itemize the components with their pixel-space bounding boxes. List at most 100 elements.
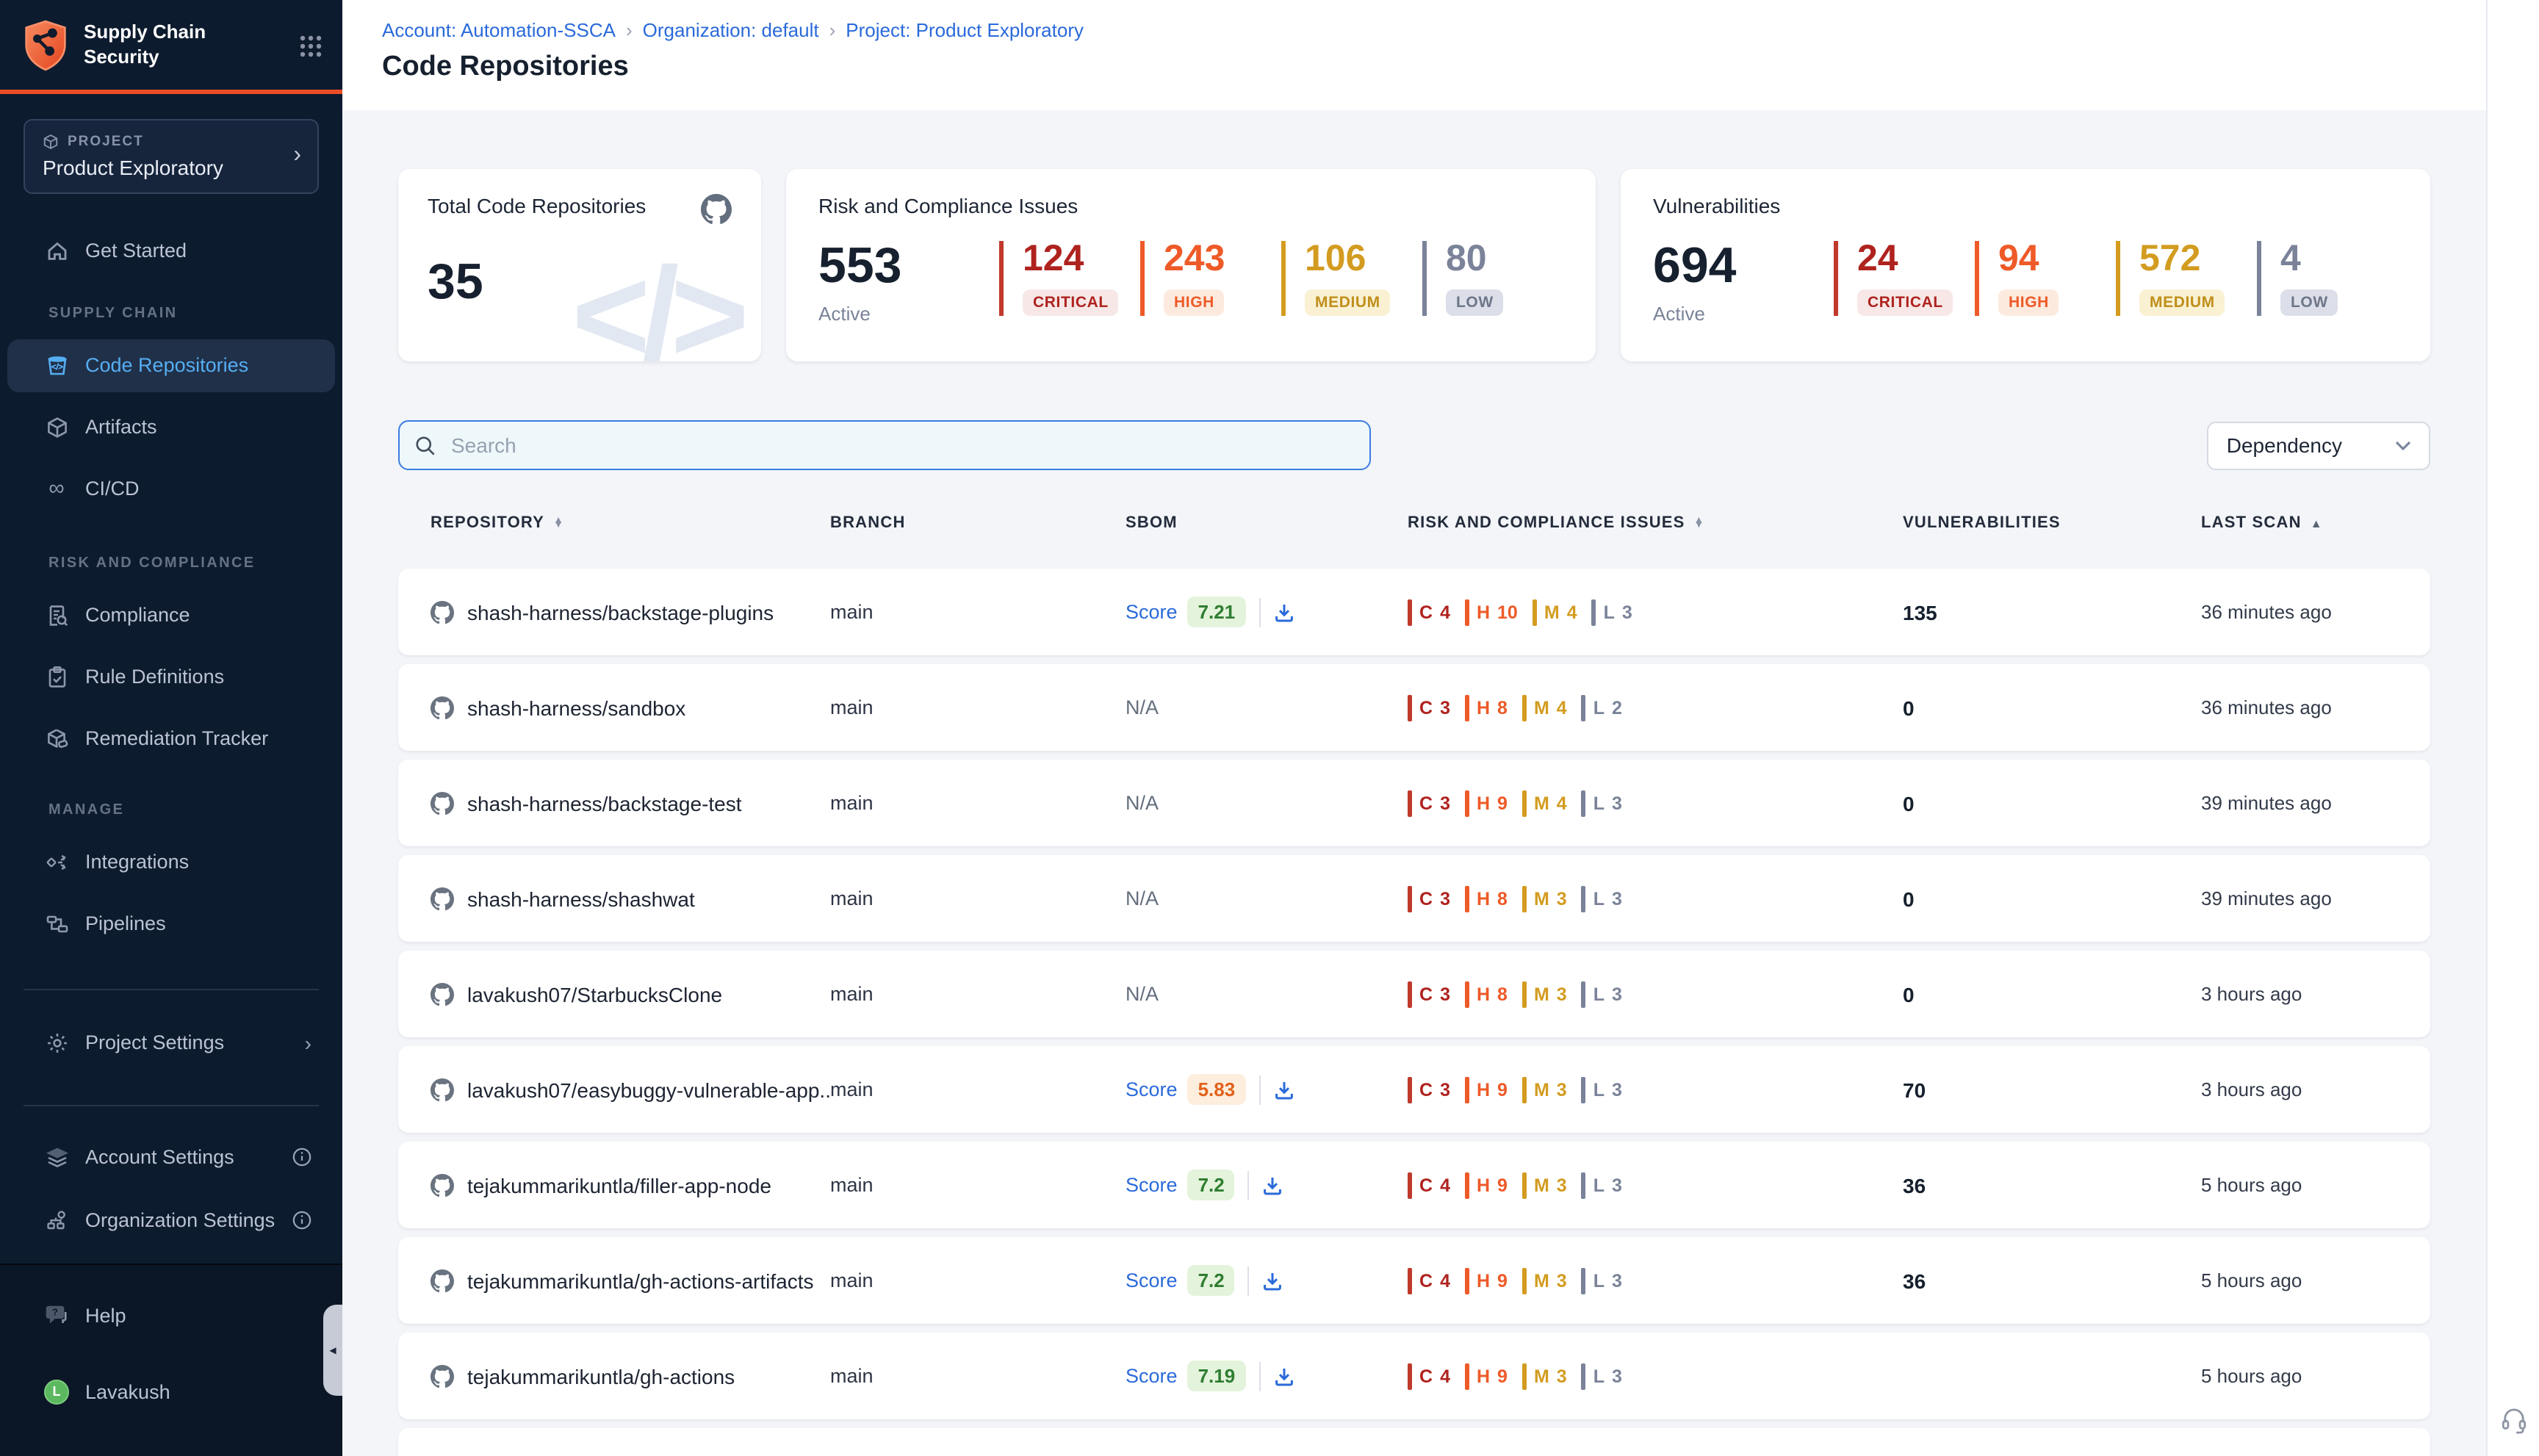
vulnerability-count-cell: 0 [1903, 791, 2201, 815]
download-sbom-button[interactable] [1273, 1079, 1294, 1100]
sidebar-item-compliance[interactable]: Compliance [7, 588, 335, 641]
repository-cell[interactable]: tejakummarikuntla/gh-actions-artifacts [431, 1269, 830, 1292]
sort-icon[interactable]: ▲▼ [553, 518, 564, 528]
table-row[interactable]: lavakush07/StarbucksClone main N/A C3 H8… [398, 951, 2430, 1037]
table-row[interactable]: tejakummarikuntla/gh-actions main Score … [398, 1333, 2430, 1419]
table-row[interactable]: shash-harness/backstage-test main N/A C3… [398, 760, 2430, 846]
project-selector[interactable]: PROJECT Product Exploratory › [24, 118, 319, 193]
severity-chip-critical: C3 [1408, 885, 1450, 912]
sidebar-item-label: Code Repositories [85, 354, 248, 376]
repository-name: shash-harness/shashwat [467, 887, 695, 910]
table-row[interactable]: shash-harness/shashwat main N/A C3 H8 M3 [398, 855, 2430, 942]
total-repositories-card: Total Code Repositories 35 </> [398, 169, 761, 361]
sidebar-item-account-settings[interactable]: Account Settings [7, 1131, 335, 1183]
repository-cell[interactable]: shash-harness/backstage-test [431, 791, 830, 815]
vulnerabilities-subtitle: Active [1653, 303, 1834, 325]
sidebar-section-manage: MANAGE [0, 800, 342, 821]
repository-cell[interactable]: tejakummarikuntla/filler-app-node [431, 1173, 830, 1197]
table-row[interactable]: lavakush07/easybuggy-vulnerable-app... m… [398, 1046, 2430, 1133]
download-sbom-button[interactable] [1273, 1366, 1294, 1386]
table-row[interactable]: tejakummarikuntla/gh-actions-artifacts m… [398, 1237, 2430, 1324]
breadcrumb-organization-link[interactable]: Organization: default [643, 19, 819, 41]
sidebar-item-project-settings[interactable]: Project Settings › [7, 1016, 335, 1069]
score-value-badge: 7.2 [1188, 1265, 1235, 1296]
vulnerability-count-cell: 70 [1903, 1078, 2201, 1101]
severity-chip-medium: M3 [1522, 1363, 1567, 1389]
download-sbom-button[interactable] [1263, 1270, 1283, 1291]
sbom-cell: Score 7.2 [1126, 1170, 1408, 1200]
vulnerabilities-value: 694 [1653, 241, 1834, 291]
repository-cell[interactable]: shash-harness/shashwat [431, 887, 830, 910]
sidebar-item-help[interactable]: ? Help [7, 1289, 335, 1341]
sidebar-item-cicd[interactable]: ∞ CI/CD [7, 462, 335, 515]
vulnerability-count-cell: 36 [1903, 1269, 2201, 1292]
sidebar-item-code-repositories[interactable]: </> Code Repositories [7, 339, 335, 392]
sbom-not-available: N/A [1126, 983, 1159, 1005]
sbom-cell: N/A [1126, 983, 1408, 1005]
column-header-issues[interactable]: RISK AND COMPLIANCE ISSUES ▲▼ [1408, 514, 1903, 532]
repository-cell[interactable]: shash-harness/sandbox [431, 696, 830, 719]
breadcrumb-account-link[interactable]: Account: Automation-SSCA [382, 19, 616, 41]
github-icon [431, 600, 454, 624]
column-header-last-scan[interactable]: LAST SCAN ▲ [2201, 514, 2430, 532]
download-sbom-button[interactable] [1263, 1175, 1283, 1195]
repository-cell[interactable]: shash-harness/backstage-plugins [431, 600, 830, 624]
divider [24, 1104, 319, 1106]
repositories-table: REPOSITORY ▲▼ BRANCH SBOM RISK AND COMPL… [398, 514, 2430, 1456]
table-row[interactable]: tejakummarikuntla/filler-app-node main S… [398, 1142, 2430, 1228]
branch-cell: main [830, 1269, 1126, 1291]
table-row[interactable]: shash-harness/backstage-plugins main Sco… [398, 569, 2430, 655]
sidebar-item-integrations[interactable]: Integrations [7, 835, 335, 888]
issues-cell: C4 H9 M3 L3 [1408, 1172, 1903, 1198]
severity-count: 80 [1446, 241, 1563, 278]
sort-icon[interactable]: ▲▼ [1694, 518, 1705, 528]
filter-dropdown[interactable]: Dependency [2208, 421, 2430, 469]
breadcrumb-project-link[interactable]: Project: Product Exploratory [846, 19, 1084, 41]
sidebar: Supply Chain Security PROJECT Product Ex… [0, 0, 342, 1456]
sidebar-item-organization-settings[interactable]: Organization Settings [7, 1194, 335, 1247]
download-sbom-button[interactable] [1273, 602, 1294, 622]
sidebar-item-get-started[interactable]: Get Started [7, 224, 335, 277]
support-headset-icon[interactable] [2498, 1405, 2529, 1435]
sbom-cell: Score 7.2 [1126, 1265, 1408, 1296]
chevron-down-icon [2395, 440, 2411, 450]
vulnerability-severity-breakdown: 24 CRITICAL 94 HIGH 572 [1834, 241, 2398, 316]
repository-cell[interactable]: lavakush07/StarbucksClone [431, 982, 830, 1006]
sidebar-item-artifacts[interactable]: Artifacts [7, 400, 335, 453]
table-row[interactable]: shash-harness/sandbox main N/A C3 H8 M4 [398, 664, 2430, 751]
issues-cell: C4 H10 M4 L3 [1408, 599, 1903, 625]
sidebar-item-remediation-tracker[interactable]: Remediation Tracker [7, 712, 335, 765]
supply-chain-security-logo-icon [22, 19, 69, 72]
project-cube-icon [43, 133, 59, 149]
info-icon[interactable] [292, 1147, 311, 1167]
user-name: Lavakush [85, 1380, 170, 1402]
search-box[interactable] [398, 420, 1371, 470]
sidebar-item-rule-definitions[interactable]: Rule Definitions [7, 650, 335, 703]
sidebar-item-label: Remediation Tracker [85, 727, 268, 749]
score-label: Score [1126, 1365, 1178, 1387]
severity-column: 572 MEDIUM [2116, 241, 2257, 316]
score-value-badge: 5.83 [1188, 1074, 1246, 1105]
last-scan-cell: 5 hours ago [2201, 1365, 2430, 1387]
sidebar-collapse-handle[interactable]: ◀ [323, 1305, 342, 1396]
user-menu[interactable]: L Lavakush [7, 1365, 335, 1418]
sbom-score: Score 7.21 [1126, 597, 1294, 627]
repository-cell[interactable]: tejakummarikuntla/gh-actions [431, 1364, 830, 1388]
repository-name: shash-harness/backstage-plugins [467, 600, 774, 624]
table-row[interactable]: lavakush07/argocd-hub-spoke-demo main N/… [398, 1428, 2430, 1456]
repository-cell[interactable]: lavakush07/easybuggy-vulnerable-app... [431, 1078, 830, 1101]
issues-cell: C4 H9 M3 L3 [1408, 1267, 1903, 1294]
info-icon[interactable] [292, 1211, 311, 1230]
severity-chip-high: H9 [1465, 1363, 1508, 1389]
search-icon [414, 434, 436, 456]
compliance-doc-icon [44, 603, 69, 627]
sidebar-item-pipelines[interactable]: Pipelines [7, 897, 335, 950]
content: Total Code Repositories 35 </> Risk and … [342, 169, 2486, 1456]
column-header-repository[interactable]: REPOSITORY ▲▼ [431, 514, 830, 532]
app-grid-icon[interactable] [300, 35, 322, 57]
github-icon [431, 887, 454, 910]
severity-chip-medium: M4 [1522, 694, 1567, 721]
sort-ascending-icon[interactable]: ▲ [2311, 516, 2323, 530]
search-input[interactable] [448, 432, 1355, 458]
sbom-not-available: N/A [1126, 887, 1159, 909]
